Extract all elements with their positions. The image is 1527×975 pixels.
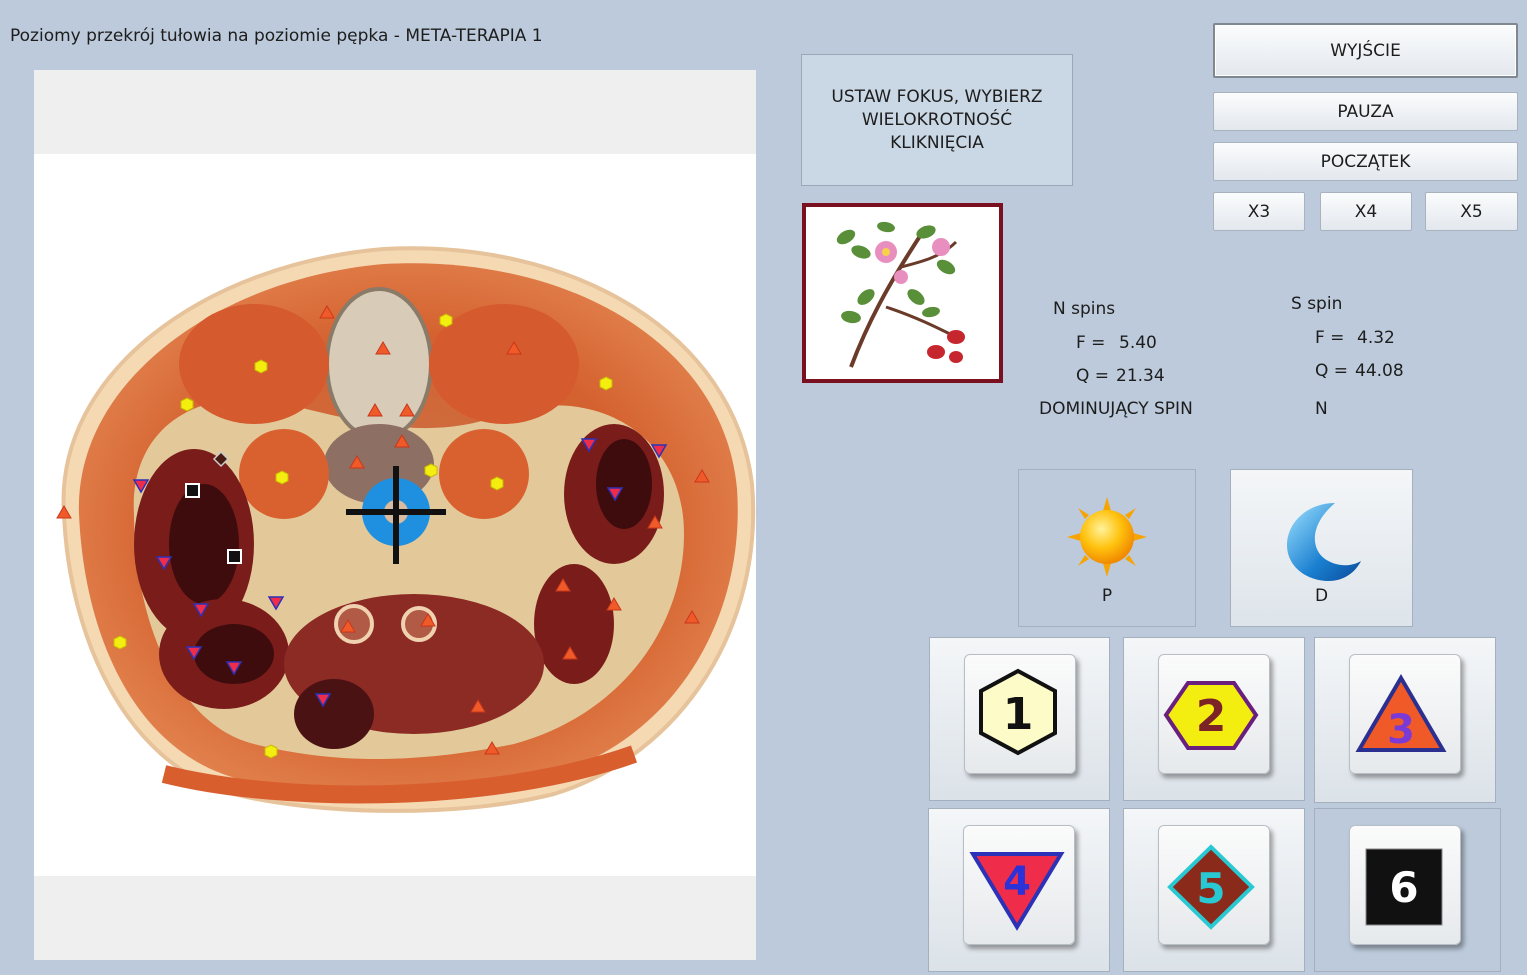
s-spin-heading: S spin <box>1291 294 1343 314</box>
dominant-spin-value: N <box>1315 399 1328 419</box>
marker-1-button[interactable]: 1 <box>929 637 1110 801</box>
mode-d-button[interactable]: D <box>1230 469 1413 627</box>
n-spin-f-value: 5.40 <box>1119 333 1157 353</box>
marker-2-button[interactable]: 2 <box>1123 637 1305 801</box>
mode-d-label: D <box>1314 586 1329 606</box>
square-black-icon: 6 <box>1365 848 1443 926</box>
scan-panel <box>34 70 756 960</box>
mode-p-label: P <box>1101 586 1113 606</box>
window-title: Poziomy przekrój tułowia na poziomie pęp… <box>10 26 543 46</box>
n-spin-f-label: F = <box>1076 333 1106 353</box>
start-button[interactable]: POCZĄTEK <box>1213 142 1518 181</box>
n-spin-q-value: 21.34 <box>1116 366 1165 386</box>
hexagon-yellow-icon: 2 <box>1163 681 1259 750</box>
marker-3-label: 3 <box>1387 707 1415 753</box>
instruction-box: USTAW FOKUS, WYBIERZ WIELOKROTNOŚĆ KLIKN… <box>801 54 1073 186</box>
multiplier-x3-button[interactable]: X3 <box>1213 192 1305 231</box>
s-spin-f-label: F = <box>1315 328 1345 348</box>
multiplier-x4-button[interactable]: X4 <box>1320 192 1412 231</box>
marker-3-button[interactable]: 3 <box>1314 637 1496 803</box>
marker-1-label: 1 <box>1003 689 1034 740</box>
n-spin-heading: N spins <box>1053 299 1116 319</box>
triangle-orange-icon: 3 <box>1355 674 1447 753</box>
marker-6-label: 6 <box>1389 863 1418 912</box>
n-spin-q-label: Q = <box>1076 366 1110 386</box>
dominant-spin-label: DOMINUJĄCY SPIN <box>1039 399 1193 419</box>
multiplier-x5-button[interactable]: X5 <box>1425 192 1518 231</box>
mode-p-button[interactable]: P <box>1018 469 1196 627</box>
exit-button[interactable]: WYJŚCIE <box>1213 23 1518 78</box>
marker-5-button[interactable]: 5 <box>1123 808 1305 972</box>
remedy-image-frame <box>802 203 1003 383</box>
marker-4-label: 4 <box>1003 859 1031 905</box>
rosehip-plant-image <box>836 221 965 368</box>
pause-button[interactable]: PAUZA <box>1213 92 1518 131</box>
marker-2-label: 2 <box>1196 691 1227 742</box>
marker-6-button[interactable]: 6 <box>1314 808 1501 972</box>
marker-4-button[interactable]: 4 <box>928 808 1110 972</box>
moon-icon <box>1286 503 1361 581</box>
torso-cross-section-image[interactable] <box>34 154 756 876</box>
s-spin-f-value: 4.32 <box>1357 328 1395 348</box>
hexagon-light-yellow-icon: 1 <box>979 668 1057 756</box>
s-spin-q-value: 44.08 <box>1355 361 1404 381</box>
scan-viewport[interactable] <box>34 154 756 876</box>
s-spin-q-label: Q = <box>1315 361 1349 381</box>
marker-5-label: 5 <box>1196 864 1225 913</box>
diamond-brown-icon: 5 <box>1167 844 1255 930</box>
triangle-down-red-icon: 4 <box>969 852 1065 931</box>
sun-icon <box>1067 497 1147 577</box>
